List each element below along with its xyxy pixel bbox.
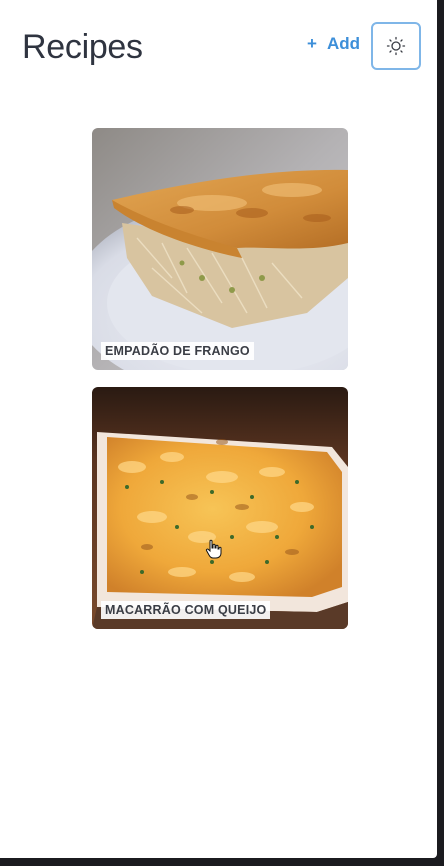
recipe-title: EMPADÃO DE FRANGO: [101, 342, 254, 360]
recipe-list: EMPADÃO DE FRANGO MACARRÃO COM QUEIJO: [92, 128, 348, 646]
recipe-card[interactable]: EMPADÃO DE FRANGO: [92, 128, 348, 370]
header: Recipes + Add: [22, 22, 437, 70]
recipe-title: MACARRÃO COM QUEIJO: [101, 601, 271, 619]
recipe-card[interactable]: MACARRÃO COM QUEIJO: [92, 387, 348, 629]
add-button-label: Add: [326, 34, 360, 53]
plus-icon: +: [307, 34, 317, 53]
sun-icon: [386, 36, 406, 56]
theme-toggle-button[interactable]: [371, 22, 421, 70]
chicken-pie-photo: [92, 128, 348, 370]
app-window: Recipes + Add EMPADÃO DE FRANGO MACARRÃO…: [0, 0, 437, 858]
mac-and-cheese-photo: [92, 387, 348, 629]
page-title: Recipes: [22, 28, 143, 66]
add-recipe-button[interactable]: + Add: [307, 34, 360, 54]
